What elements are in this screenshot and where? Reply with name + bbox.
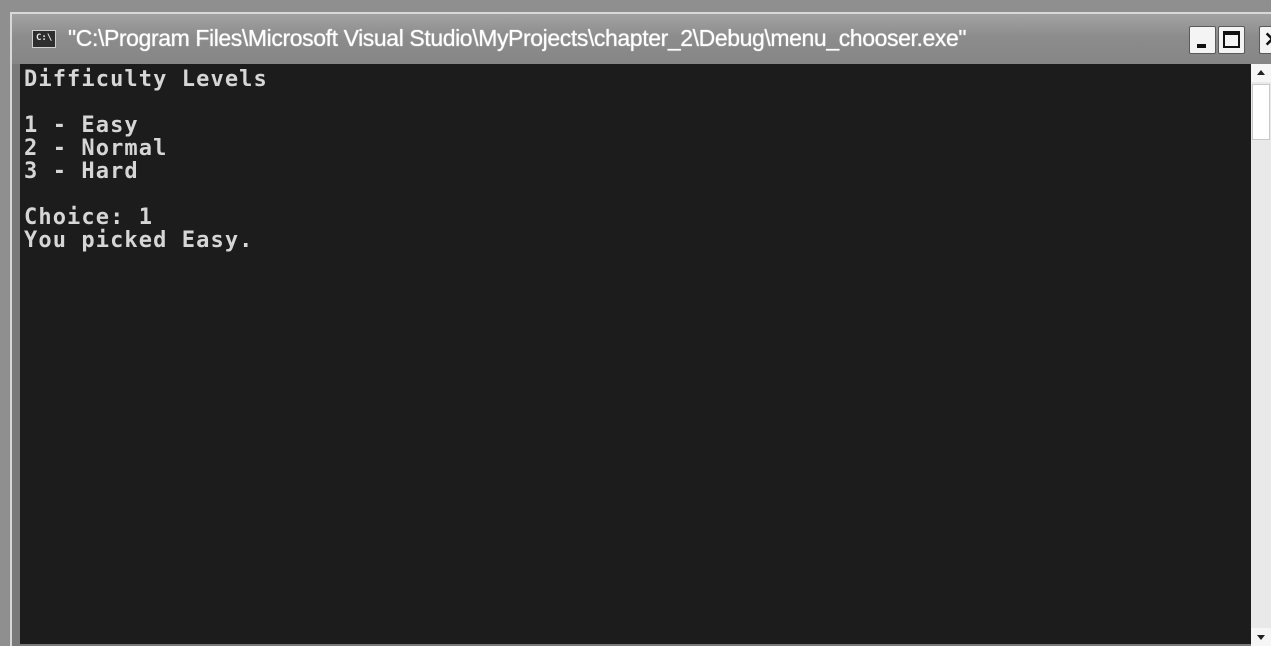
scroll-thumb[interactable] xyxy=(1252,84,1270,140)
scroll-up-button[interactable] xyxy=(1251,64,1271,82)
console-line: You picked Easy. xyxy=(24,228,254,253)
maximize-button[interactable] xyxy=(1218,26,1245,54)
vertical-scrollbar[interactable] xyxy=(1251,64,1271,646)
maximize-icon xyxy=(1223,31,1240,48)
console-line: 1 - Easy xyxy=(24,113,139,138)
close-icon: × xyxy=(1263,27,1271,53)
minimize-button[interactable] xyxy=(1189,26,1216,54)
console-output[interactable]: Difficulty Levels 1 - Easy 2 - Normal 3 … xyxy=(20,64,1251,644)
scroll-down-button[interactable] xyxy=(1251,628,1271,646)
close-button[interactable]: × xyxy=(1259,26,1271,54)
console-line: Difficulty Levels xyxy=(24,67,268,92)
console-window-icon[interactable]: C:\ xyxy=(32,30,56,48)
console-line: 3 - Hard xyxy=(24,159,139,184)
minimize-icon xyxy=(1197,44,1206,48)
console-window: C:\ "C:\Program Files\Microsoft Visual S… xyxy=(0,0,1271,646)
window-title: "C:\Program Files\Microsoft Visual Studi… xyxy=(68,25,967,51)
console-line: 2 - Normal xyxy=(24,136,168,161)
scroll-up-arrow-icon xyxy=(1257,70,1265,75)
console-line: Choice: 1 xyxy=(24,205,154,230)
console-icon-label: C:\ xyxy=(36,33,53,43)
title-bar[interactable]: C:\ "C:\Program Files\Microsoft Visual S… xyxy=(12,14,1271,64)
scroll-down-arrow-icon xyxy=(1257,635,1265,640)
